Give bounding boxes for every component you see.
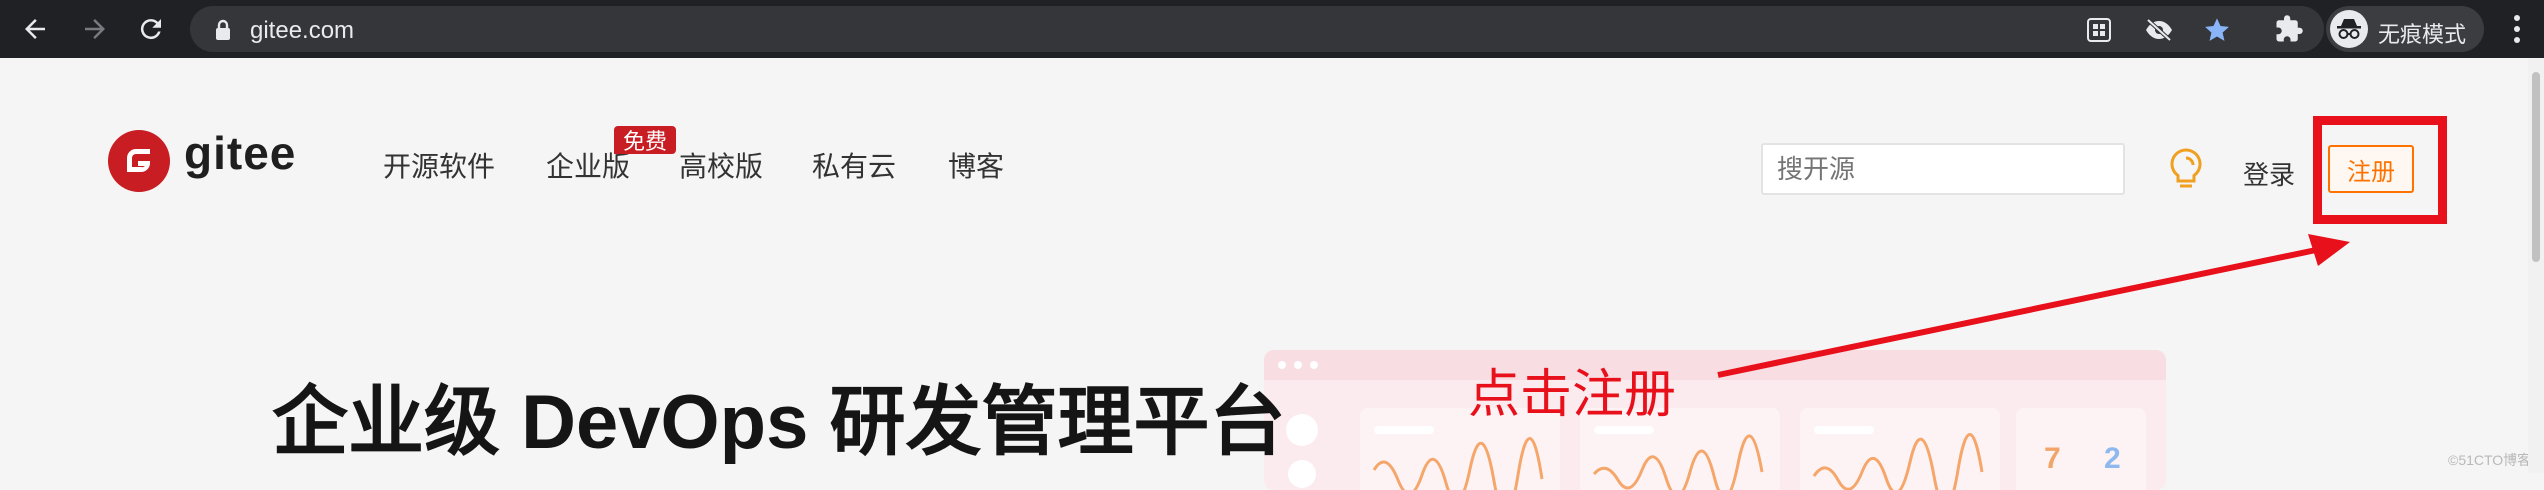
scrollbar[interactable] [2528, 58, 2544, 473]
scrollbar-thumb[interactable] [2532, 72, 2540, 262]
annotation-arrow [1717, 234, 2350, 378]
watermark: ©51CTO博客 [2448, 452, 2532, 468]
